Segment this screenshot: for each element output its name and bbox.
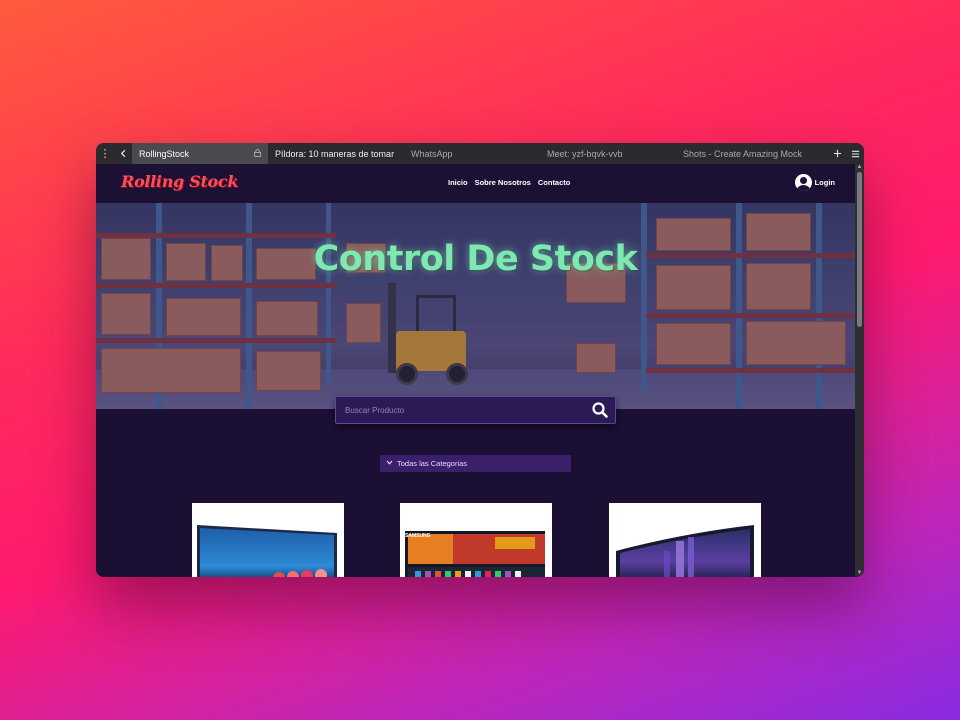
site-navbar: Rolling Stock Inicio Sobre Nosotros Cont… (96, 164, 855, 203)
product-card[interactable]: SAMSUNG (400, 503, 552, 577)
tab-label: Shots - Create Amazing Mock (683, 148, 803, 159)
plus-icon[interactable] (828, 143, 846, 164)
lock-icon (254, 148, 261, 159)
login-label: Login (814, 178, 835, 187)
kebab-menu-icon[interactable]: ⋮ (96, 143, 114, 164)
category-select-value: Todas las Categorias (397, 459, 468, 468)
tab-whatsapp[interactable]: WhatsApp (404, 143, 540, 164)
monitor-image (616, 525, 754, 577)
nav-link-inicio[interactable]: Inicio (448, 178, 468, 187)
search-bar (335, 396, 616, 424)
nav-links: Inicio Sobre Nosotros Contacto (448, 178, 570, 187)
tab-label: WhatsApp (411, 148, 453, 159)
hero-banner: Control De Stock (96, 203, 855, 409)
product-card[interactable] (609, 503, 761, 577)
site-logo[interactable]: Rolling Stock (121, 172, 238, 191)
tab-rollingstock[interactable]: RollingStock (132, 143, 268, 164)
chevron-down-icon (386, 460, 393, 467)
web-page: Rolling Stock Inicio Sobre Nosotros Cont… (96, 164, 855, 577)
user-avatar-icon (794, 174, 812, 191)
scroll-thumb[interactable] (857, 172, 862, 327)
login-button[interactable]: Login (794, 174, 835, 191)
browser-window: ⋮ RollingStock Píldora: 10 maneras de to… (96, 143, 864, 577)
tab-pildora[interactable]: Píldora: 10 maneras de tomar (268, 143, 404, 164)
category-select[interactable]: Todas las Categorias (380, 455, 571, 472)
page-scrollbar[interactable]: ▲ ▼ (855, 164, 864, 577)
tab-shots[interactable]: Shots - Create Amazing Mock (676, 143, 812, 164)
brand-label: SAMSUNG (405, 533, 431, 539)
scroll-up-arrow-icon[interactable]: ▲ (855, 164, 864, 171)
scroll-down-arrow-icon[interactable]: ▼ (855, 570, 864, 577)
browser-tab-bar: ⋮ RollingStock Píldora: 10 maneras de to… (96, 143, 864, 164)
back-arrow-icon[interactable] (114, 143, 132, 164)
search-icon[interactable] (591, 401, 609, 419)
monitor-image (405, 531, 545, 577)
nav-link-contacto[interactable]: Contacto (538, 178, 571, 187)
product-card[interactable] (192, 503, 344, 577)
tab-label: Píldora: 10 maneras de tomar (275, 148, 395, 159)
monitor-image (197, 525, 337, 577)
hero-title: Control De Stock (313, 239, 638, 279)
hamburger-icon[interactable] (846, 143, 864, 164)
tab-meet[interactable]: Meet: yzf-bqvk-vvb (540, 143, 676, 164)
tab-label: RollingStock (139, 148, 190, 159)
search-input[interactable] (336, 397, 581, 423)
nav-link-sobre-nosotros[interactable]: Sobre Nosotros (475, 178, 531, 187)
tab-label: Meet: yzf-bqvk-vvb (547, 148, 623, 159)
